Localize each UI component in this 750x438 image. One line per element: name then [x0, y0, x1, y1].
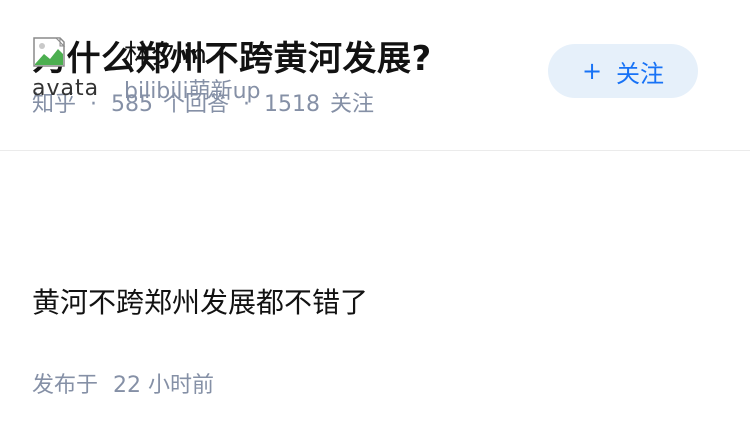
follow-button-label: 关注 [616, 59, 665, 88]
answer-time: 发布于 22 小时前 [32, 370, 214, 402]
author-bio: bilibili萌新up [124, 79, 261, 104]
plus-icon: + [581, 57, 603, 85]
follow-button[interactable]: + 关注 [548, 44, 698, 98]
follower-count-label: 关注 [330, 92, 375, 117]
section-divider [0, 150, 750, 151]
publish-label: 发布于 [32, 373, 99, 398]
publish-time: 22 小时前 [113, 373, 215, 398]
follower-count: 1518 [264, 92, 321, 117]
answer-page: 为什么郑州不跨黄河发展? 知乎 · 585 个回答 · 1518 关注 avat… [0, 0, 750, 438]
avatar[interactable]: avatar [32, 36, 98, 102]
avatar-alt-text: avatar [32, 76, 98, 101]
author-name[interactable]: 林夕lin [124, 38, 207, 72]
answer-content[interactable]: 黄河不跨郑州发展都不错了 [32, 283, 368, 323]
